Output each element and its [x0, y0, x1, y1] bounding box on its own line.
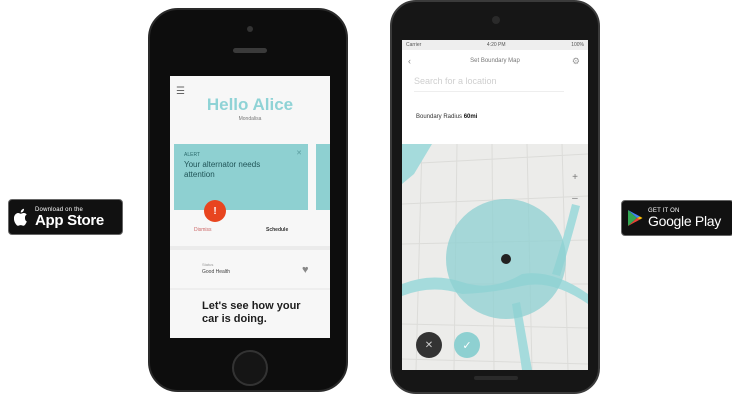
android-screen: Carrier 4:20 PM 100% ‹ Set Boundary Map … — [402, 40, 588, 370]
app-store-title: App Store — [35, 211, 104, 229]
app-store-badge[interactable]: Download on the App Store — [8, 199, 123, 235]
google-play-badge[interactable]: GET IT ON Google Play — [621, 200, 732, 236]
radius-value: 60mi — [463, 114, 478, 120]
google-play-title: Google Play — [648, 213, 721, 229]
minus-icon[interactable]: – — [572, 193, 578, 204]
boundary-radius: Boundary Radius 60mi — [416, 114, 477, 120]
location-pin-icon[interactable] — [501, 254, 511, 264]
section-divider — [170, 246, 330, 250]
alert-icon[interactable]: ! — [204, 200, 226, 222]
iphone-screen: ☰ Hello Alice Mondalisa ALERT ✕ Your alt… — [170, 76, 330, 338]
top-bar: ‹ Set Boundary Map ⚙ — [402, 52, 588, 70]
back-arrow-icon[interactable]: ‹ — [408, 52, 411, 70]
headline: Let's see how your car is doing. — [202, 300, 301, 325]
front-camera — [247, 26, 253, 32]
apple-icon — [9, 200, 35, 234]
heart-icon[interactable]: ♥ — [302, 264, 309, 276]
search-input[interactable]: Search for a location — [414, 76, 564, 92]
card-message: Your alternator needs attention — [184, 160, 261, 179]
iphone-device: ☰ Hello Alice Mondalisa ALERT ✕ Your alt… — [148, 8, 348, 392]
screen-title: Set Boundary Map — [470, 58, 520, 64]
close-icon[interactable]: ✕ — [416, 332, 442, 358]
play-triangle-icon — [622, 201, 648, 235]
greeting-subtitle: Mondalisa — [238, 116, 262, 122]
front-camera — [492, 16, 500, 24]
check-icon[interactable]: ✓ — [454, 332, 480, 358]
gear-icon[interactable]: ⚙ — [572, 52, 580, 70]
radius-label: Boundary Radius — [416, 114, 463, 120]
android-device: Carrier 4:20 PM 100% ‹ Set Boundary Map … — [390, 0, 600, 394]
battery-text: 100% — [571, 42, 584, 48]
dismiss-action[interactable]: Dismiss — [194, 227, 212, 233]
schedule-action[interactable]: Schedule — [266, 227, 288, 233]
bottom-speaker — [474, 376, 518, 380]
close-icon[interactable]: ✕ — [296, 149, 302, 157]
greeting: Hello Alice — [206, 95, 294, 114]
clock-text: 4:20 PM — [486, 42, 506, 48]
status-label: Status — [202, 262, 214, 267]
section-divider — [170, 288, 330, 290]
earpiece-speaker — [233, 48, 267, 53]
status-bar: Carrier 4:20 PM 100% — [402, 40, 588, 50]
plus-icon[interactable]: + — [572, 172, 578, 183]
home-button[interactable] — [232, 350, 268, 386]
status-value: Good Health — [202, 269, 231, 275]
next-card-peek[interactable] — [316, 144, 330, 210]
zoom-controls: + – — [572, 172, 578, 204]
alert-card[interactable]: ALERT ✕ Your alternator needs attention — [174, 144, 308, 210]
carrier-text: Carrier — [406, 42, 422, 48]
card-label: ALERT — [184, 152, 201, 158]
